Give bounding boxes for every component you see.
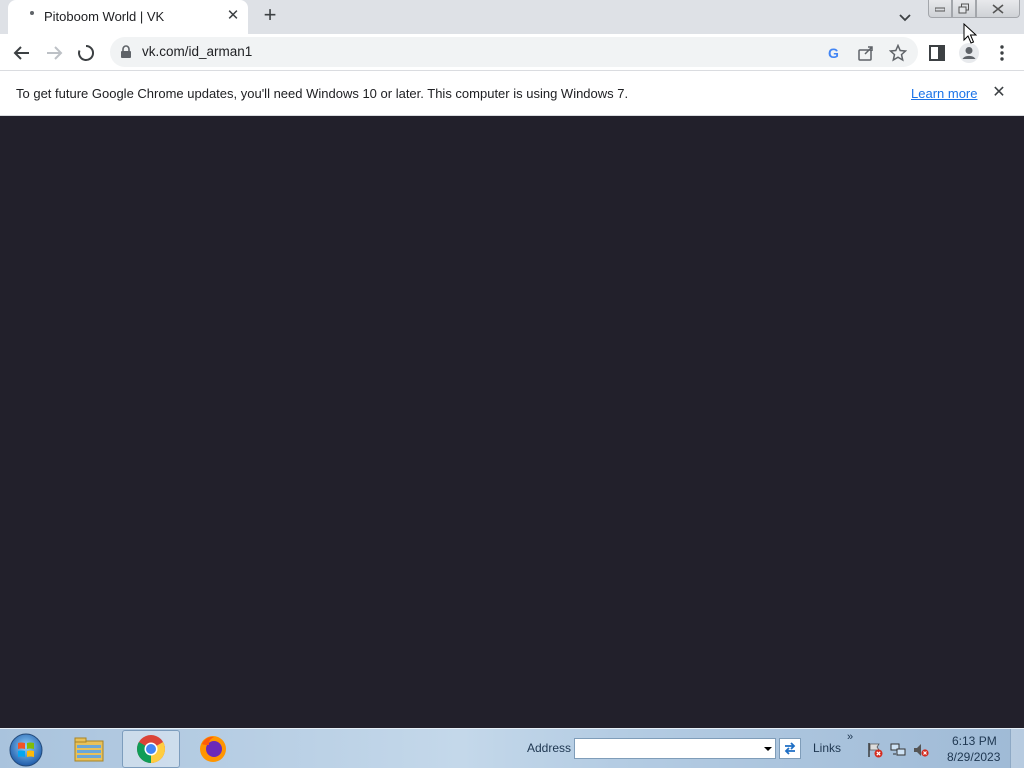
page-content	[0, 116, 1024, 728]
browser-tab[interactable]: Pitoboom World | VK ✕	[8, 0, 248, 34]
svg-text:G: G	[828, 45, 839, 61]
minimize-button[interactable]	[928, 0, 952, 18]
taskbar-chrome-icon[interactable]	[122, 730, 180, 768]
learn-more-link[interactable]: Learn more	[911, 86, 977, 101]
url-text[interactable]: vk.com/id_arman1	[142, 44, 252, 59]
links-chevron-icon[interactable]: »	[847, 731, 853, 743]
browser-menu-icon[interactable]	[988, 39, 1016, 67]
stop-loading-button[interactable]	[72, 39, 100, 67]
update-infobar: To get future Google Chrome updates, you…	[0, 71, 1024, 116]
action-center-flag-icon[interactable]	[867, 742, 883, 758]
new-tab-button[interactable]: +	[258, 4, 282, 28]
tab-search-chevron-icon[interactable]	[894, 6, 916, 28]
forward-button[interactable]	[40, 39, 68, 67]
address-go-button[interactable]	[779, 738, 801, 759]
restore-button[interactable]	[952, 0, 976, 18]
address-dropdown-icon[interactable]	[761, 740, 775, 757]
mouse-cursor-icon	[963, 22, 978, 50]
taskbar-address-label: Address	[527, 741, 572, 755]
loading-favicon-icon	[30, 11, 34, 15]
network-icon[interactable]	[890, 742, 906, 758]
share-icon[interactable]	[857, 44, 875, 62]
google-lens-icon[interactable]: G	[825, 44, 843, 62]
bookmark-star-icon[interactable]	[888, 43, 908, 62]
start-button[interactable]	[6, 731, 46, 767]
side-panel-button[interactable]	[923, 39, 951, 67]
taskbar-links-label[interactable]: Links	[813, 741, 841, 755]
clock-time[interactable]: 6:13 PM	[952, 734, 997, 748]
taskbar-explorer-icon[interactable]	[60, 730, 118, 768]
infobar-close-icon[interactable]: ✕	[990, 84, 1008, 102]
volume-muted-icon[interactable]	[913, 742, 929, 758]
tab-title: Pitoboom World | VK	[44, 9, 165, 24]
browser-toolbar: vk.com/id_arman1 G	[0, 34, 1024, 71]
taskbar-firefox-icon[interactable]	[184, 730, 242, 768]
show-desktop-button[interactable]	[1010, 729, 1024, 768]
address-bar[interactable]: vk.com/id_arman1 G	[110, 37, 918, 67]
window-close-button[interactable]	[976, 0, 1020, 18]
clock-date[interactable]: 8/29/2023	[947, 750, 1000, 764]
back-button[interactable]	[8, 39, 36, 67]
taskbar-address-input[interactable]	[574, 738, 776, 759]
windows-taskbar: Address Links » 6:13 PM 8/29/2023	[0, 728, 1024, 768]
tab-strip: Pitoboom World | VK ✕ +	[0, 0, 1024, 34]
lock-icon[interactable]	[120, 45, 132, 64]
tab-close-icon[interactable]: ✕	[224, 7, 242, 25]
infobar-message: To get future Google Chrome updates, you…	[16, 86, 629, 101]
